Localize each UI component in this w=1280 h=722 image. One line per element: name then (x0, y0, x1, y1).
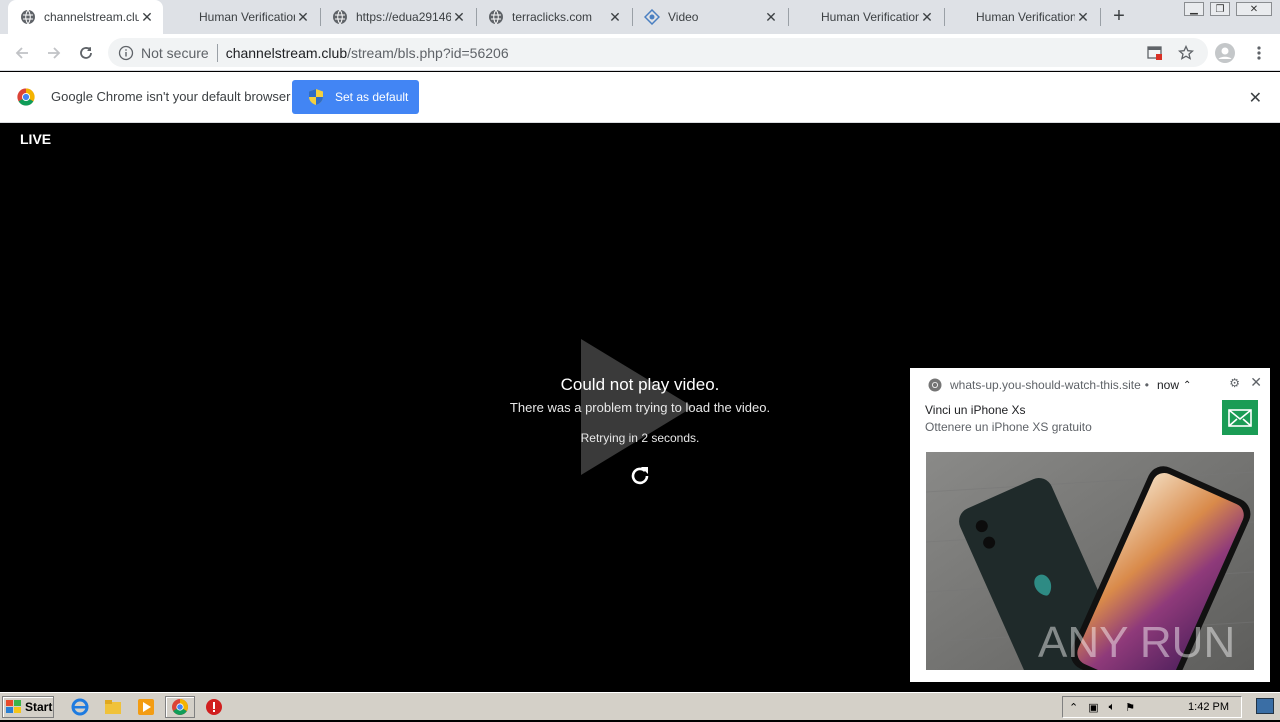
globe-icon (333, 9, 347, 25)
notification-separator: • (1144, 378, 1149, 392)
default-browser-infobar: Google Chrome isn't your default browser… (0, 72, 1280, 123)
minimize-button[interactable]: ▁ (1184, 2, 1204, 16)
popup-blocked-icon (1147, 46, 1162, 60)
watermark: ANY RUN (1038, 618, 1235, 667)
notification-title: Vinci un iPhone Xs (925, 403, 1026, 417)
back-button[interactable] (11, 42, 33, 64)
tab-title: terraclicks.com (512, 10, 593, 24)
close-icon[interactable]: ✕ (1075, 9, 1091, 25)
chevron-up-icon[interactable]: ⌃ (1183, 380, 1191, 391)
media-player-icon[interactable] (137, 698, 155, 716)
network-icon[interactable]: ▣ (1088, 701, 1098, 714)
stop-sign-icon[interactable] (205, 698, 223, 716)
chrome-logo-icon (17, 88, 35, 106)
close-icon[interactable]: ✕ (1249, 88, 1262, 108)
tab-human-verification-3[interactable]: Human Verification ✕ (944, 0, 1099, 34)
video-site-icon (644, 9, 660, 25)
address-bar[interactable]: Not secure channelstream.club/stream/bls… (108, 38, 1208, 67)
speaker-icon[interactable]: 🔈︎ (1109, 701, 1116, 714)
close-icon[interactable]: ✕ (763, 9, 779, 25)
start-label: Start (25, 700, 53, 714)
forward-button[interactable] (43, 42, 65, 64)
iphone-image: ANY RUN (926, 452, 1254, 670)
avatar-icon (1215, 43, 1235, 63)
show-desktop-icon[interactable] (1256, 698, 1274, 714)
close-icon[interactable]: ✕ (919, 9, 935, 25)
tab-title: Human Verification (976, 10, 1075, 24)
chevron-up-icon[interactable]: ⌃ (1069, 701, 1078, 714)
tab-title: Video (668, 10, 699, 24)
tab-channelstream[interactable]: channelstream.club ✕ (8, 0, 163, 34)
chrome-icon (928, 378, 942, 392)
browser-toolbar: Not secure channelstream.club/stream/bls… (0, 34, 1280, 71)
restore-button[interactable]: ❐ (1210, 2, 1230, 16)
tab-strip: channelstream.club ✕ Human Verification … (0, 0, 1280, 34)
kebab-menu-icon (1257, 46, 1261, 60)
close-icon[interactable]: ✕ (139, 9, 155, 25)
popup-blocked-button[interactable] (1144, 42, 1166, 64)
arrow-right-icon (48, 47, 61, 59)
taskbar-chrome-button[interactable] (165, 696, 195, 718)
windows-flag-icon (6, 700, 21, 713)
folder-icon[interactable] (104, 698, 122, 716)
close-icon[interactable]: ✕ (607, 9, 623, 25)
close-icon[interactable]: ✕ (295, 9, 311, 25)
globe-icon (489, 9, 503, 25)
close-icon[interactable]: ✕ (1250, 374, 1262, 391)
url-host: channelstream.club (225, 44, 348, 61)
gear-icon[interactable]: ⚙ (1229, 376, 1240, 390)
globe-icon (21, 9, 35, 25)
infobar-message: Google Chrome isn't your default browser (51, 89, 291, 104)
reload-icon[interactable] (628, 464, 652, 488)
notification-origin: whats-up.you-should-watch-this.site (950, 378, 1141, 392)
tab-separator (1100, 8, 1101, 26)
star-icon (1178, 45, 1194, 60)
close-icon[interactable]: ✕ (451, 9, 467, 25)
notification-header: whats-up.you-should-watch-this.site • no… (928, 378, 1191, 392)
taskbar: Start ⌃ ▣ 🔈︎ ⚑ 1:42 PM (0, 692, 1280, 720)
internet-explorer-icon[interactable] (71, 698, 89, 716)
notification-time: now (1156, 378, 1179, 392)
tab-human-verification-1[interactable]: Human Verification ✕ (164, 0, 319, 34)
live-badge: LIVE (20, 131, 52, 147)
info-icon[interactable] (118, 45, 134, 61)
reload-button[interactable] (75, 42, 97, 64)
reload-icon (80, 47, 92, 59)
set-as-default-label: Set as default (335, 90, 409, 104)
notification-body: Ottenere un iPhone XS gratuito (925, 420, 1092, 434)
mail-icon (1222, 400, 1258, 435)
tab-title: Human Verification (821, 10, 919, 24)
menu-button[interactable] (1248, 42, 1270, 64)
chrome-icon (172, 699, 188, 715)
clock: 1:42 PM (1188, 701, 1229, 713)
push-notification[interactable]: whats-up.you-should-watch-this.site • no… (910, 368, 1270, 682)
flag-icon[interactable]: ⚑ (1125, 701, 1135, 714)
url-path: /stream/bls.php?id=56206 (347, 44, 509, 61)
new-tab-button[interactable]: + (1108, 6, 1130, 28)
system-tray: ⌃ ▣ 🔈︎ ⚑ 1:42 PM (1062, 696, 1242, 718)
uac-shield-icon (309, 89, 323, 105)
tab-title: https://edua29146 (356, 10, 451, 24)
notification-image[interactable]: ANY RUN (926, 452, 1254, 670)
start-button[interactable]: Start (2, 696, 54, 718)
arrow-left-icon (15, 47, 28, 59)
window-close-button[interactable]: ✕ (1236, 2, 1272, 16)
bookmark-button[interactable] (1175, 42, 1197, 64)
tab-title: Human Verification (199, 10, 295, 24)
profile-button[interactable] (1214, 42, 1236, 64)
divider (216, 43, 218, 62)
tab-video[interactable]: Video ✕ (632, 0, 787, 34)
set-as-default-button[interactable]: Set as default (292, 80, 419, 114)
tab-terraclicks[interactable]: terraclicks.com ✕ (476, 0, 631, 34)
tab-human-verification-2[interactable]: Human Verification ✕ (788, 0, 943, 34)
tab-title: channelstream.club (44, 10, 139, 24)
tab-edua[interactable]: https://edua29146 ✕ (320, 0, 475, 34)
security-label: Not secure (141, 44, 209, 61)
